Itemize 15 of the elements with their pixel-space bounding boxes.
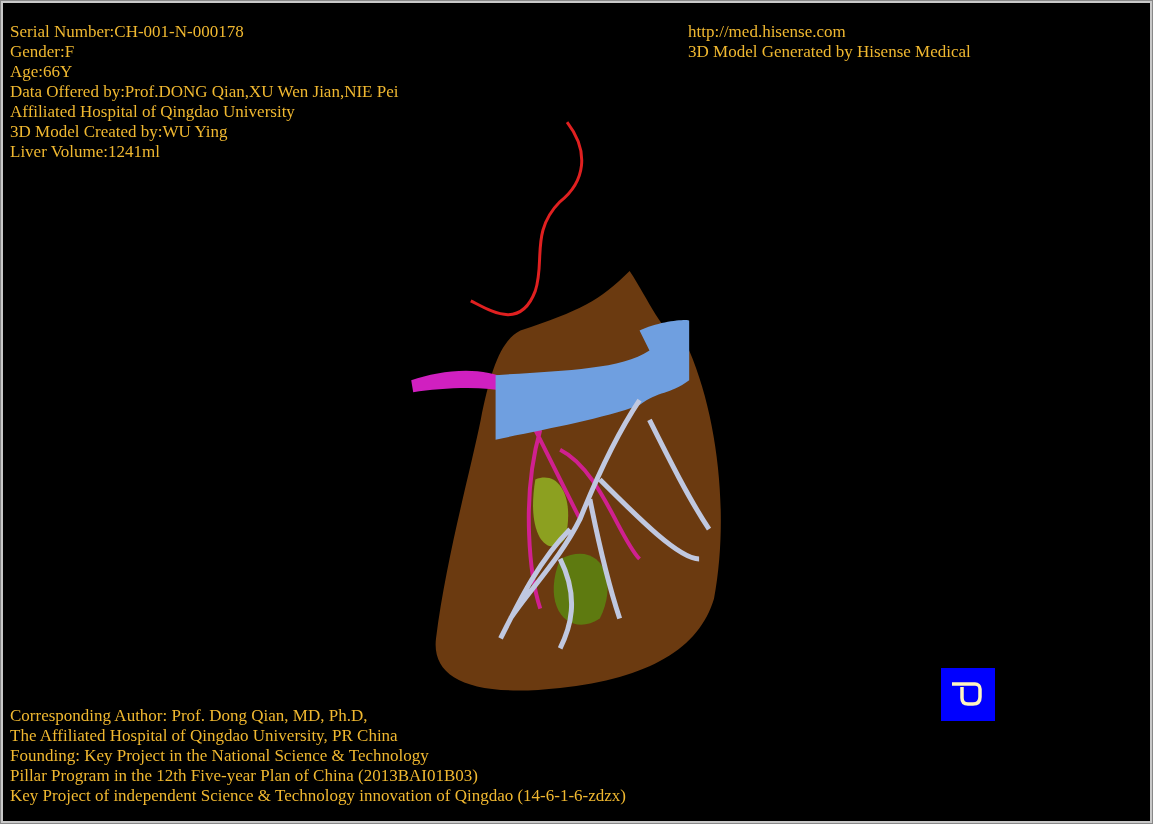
footer-text: Pillar Program in the 12th Five-year Plan of China (2013BAI01B03) (10, 766, 479, 786)
info-text: Data Offered by:Prof.DONG Qian,XU Wen Jian,NIE Pei (10, 82, 399, 102)
credit-text: http://med.hisense.com (688, 22, 847, 42)
info-text: 3D Model Created by:WU Ying (10, 122, 229, 142)
tool-button[interactable] (941, 668, 995, 721)
footer-text: Corresponding Author: Prof. Dong Qian, MD, Ph.D, (10, 706, 369, 726)
footer-text: Founding: Key Project in the National Science & Technology (10, 746, 430, 766)
info-text: Serial Number:CH-001-N-000178 (10, 22, 245, 42)
info-text: Age:66Y (10, 62, 74, 82)
credit-text: 3D Model Generated by Hisense Medical (688, 42, 972, 62)
info-text: Affiliated Hospital of Qingdao University (10, 102, 296, 122)
footer-text: Key Project of independent Science & Technology innovation of Qingdao (14-6-1-6-zdzx) (10, 786, 626, 806)
footer-text: The Affiliated Hospital of Qingdao University, PR China (10, 726, 399, 746)
info-text: Gender:F (10, 42, 76, 62)
info-text: Liver Volume:1241ml (10, 142, 161, 162)
